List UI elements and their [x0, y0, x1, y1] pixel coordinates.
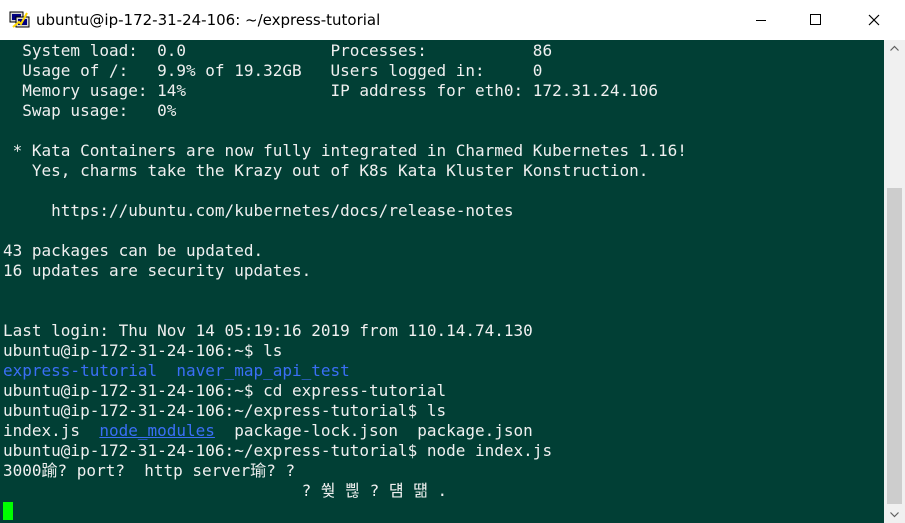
directory-name: node_modules — [99, 421, 215, 440]
terminal-text: ubuntu@ip-172-31-24-106:~$ ls — [3, 341, 283, 360]
terminal-line: ubuntu@ip-172-31-24-106:~$ cd express-tu… — [3, 381, 687, 401]
terminal-text: * Kata Containers are now fully integrat… — [3, 141, 687, 160]
minimize-icon — [756, 20, 766, 21]
terminal-text: https://ubuntu.com/kubernetes/docs/relea… — [3, 201, 514, 220]
maximize-icon — [810, 14, 821, 25]
minimize-button[interactable] — [734, 0, 788, 40]
terminal-line: System load: 0.0 Processes: 86 — [3, 41, 687, 61]
terminal-text: 43 packages can be updated. — [3, 241, 264, 260]
terminal-line: ? 쒖 쁺 ? 덈 떎 . — [3, 481, 687, 501]
terminal-text: ubuntu@ip-172-31-24-106:~$ cd express-tu… — [3, 381, 447, 400]
putty-window: ubuntu@ip-172-31-24-106: ~/express-tutor… — [0, 0, 905, 523]
terminal-line: ubuntu@ip-172-31-24-106:~/express-tutori… — [3, 441, 687, 461]
chevron-up-icon — [890, 45, 899, 51]
terminal-text: Usage of /: 9.9% of 19.32GB Users logged… — [3, 61, 543, 80]
terminal-text: index.js — [3, 421, 100, 440]
terminal-line: https://ubuntu.com/kubernetes/docs/relea… — [3, 201, 687, 221]
chevron-down-icon — [890, 512, 899, 518]
terminal-text: ubuntu@ip-172-31-24-106:~/express-tutori… — [3, 401, 447, 420]
maximize-button[interactable] — [788, 0, 842, 40]
title-bar[interactable]: ubuntu@ip-172-31-24-106: ~/express-tutor… — [0, 0, 905, 40]
terminal-text: ubuntu@ip-172-31-24-106:~/express-tutori… — [3, 441, 553, 460]
terminal-line: Swap usage: 0% — [3, 101, 687, 121]
text-cursor — [3, 502, 13, 520]
terminal-text: 3000踰? port? http server瑜? ? — [3, 461, 296, 480]
terminal-text: Memory usage: 14% IP address for eth0: 1… — [3, 81, 659, 100]
terminal-line: 43 packages can be updated. — [3, 241, 687, 261]
terminal-text: System load: 0.0 Processes: 86 — [3, 41, 553, 60]
vertical-scrollbar[interactable] — [884, 40, 905, 523]
terminal-text: 16 updates are security updates. — [3, 261, 312, 280]
close-icon — [868, 14, 880, 26]
terminal-text: ? 쒖 쁺 ? 덈 떎 . — [3, 481, 448, 500]
terminal-area[interactable]: System load: 0.0 Processes: 86 Usage of … — [0, 40, 884, 523]
close-button[interactable] — [842, 0, 905, 40]
terminal-line: * Kata Containers are now fully integrat… — [3, 141, 687, 161]
terminal-output: System load: 0.0 Processes: 86 Usage of … — [3, 41, 687, 521]
terminal-line: Memory usage: 14% IP address for eth0: 1… — [3, 81, 687, 101]
terminal-text: package-lock.json package.json — [214, 421, 533, 440]
terminal-line: Yes, charms take the Krazy out of K8s Ka… — [3, 161, 687, 181]
terminal-line: index.js node_modules package-lock.json … — [3, 421, 687, 441]
putty-icon[interactable] — [9, 9, 31, 31]
window-title: ubuntu@ip-172-31-24-106: ~/express-tutor… — [36, 11, 381, 29]
terminal-line: express-tutorial naver_map_api_test — [3, 361, 687, 381]
terminal-text: Swap usage: 0% — [3, 101, 177, 120]
scroll-up-button[interactable] — [884, 40, 905, 57]
terminal-text: Yes, charms take the Krazy out of K8s Ka… — [3, 161, 649, 180]
directory-name: express-tutorial — [3, 361, 158, 380]
scroll-thumb[interactable] — [887, 188, 902, 504]
directory-name: naver_map_api_test — [176, 361, 350, 380]
terminal-line: 3000踰? port? http server瑜? ? — [3, 461, 687, 481]
terminal-text: Last login: Thu Nov 14 05:19:16 2019 fro… — [3, 321, 533, 340]
terminal-line: ubuntu@ip-172-31-24-106:~/express-tutori… — [3, 401, 687, 421]
terminal-line: Usage of /: 9.9% of 19.32GB Users logged… — [3, 61, 687, 81]
terminal-line: 16 updates are security updates. — [3, 261, 687, 281]
terminal-line: ubuntu@ip-172-31-24-106:~$ ls — [3, 341, 687, 361]
terminal-prompt-line — [3, 501, 687, 521]
terminal-line: Last login: Thu Nov 14 05:19:16 2019 fro… — [3, 321, 687, 341]
scroll-down-button[interactable] — [884, 506, 905, 523]
